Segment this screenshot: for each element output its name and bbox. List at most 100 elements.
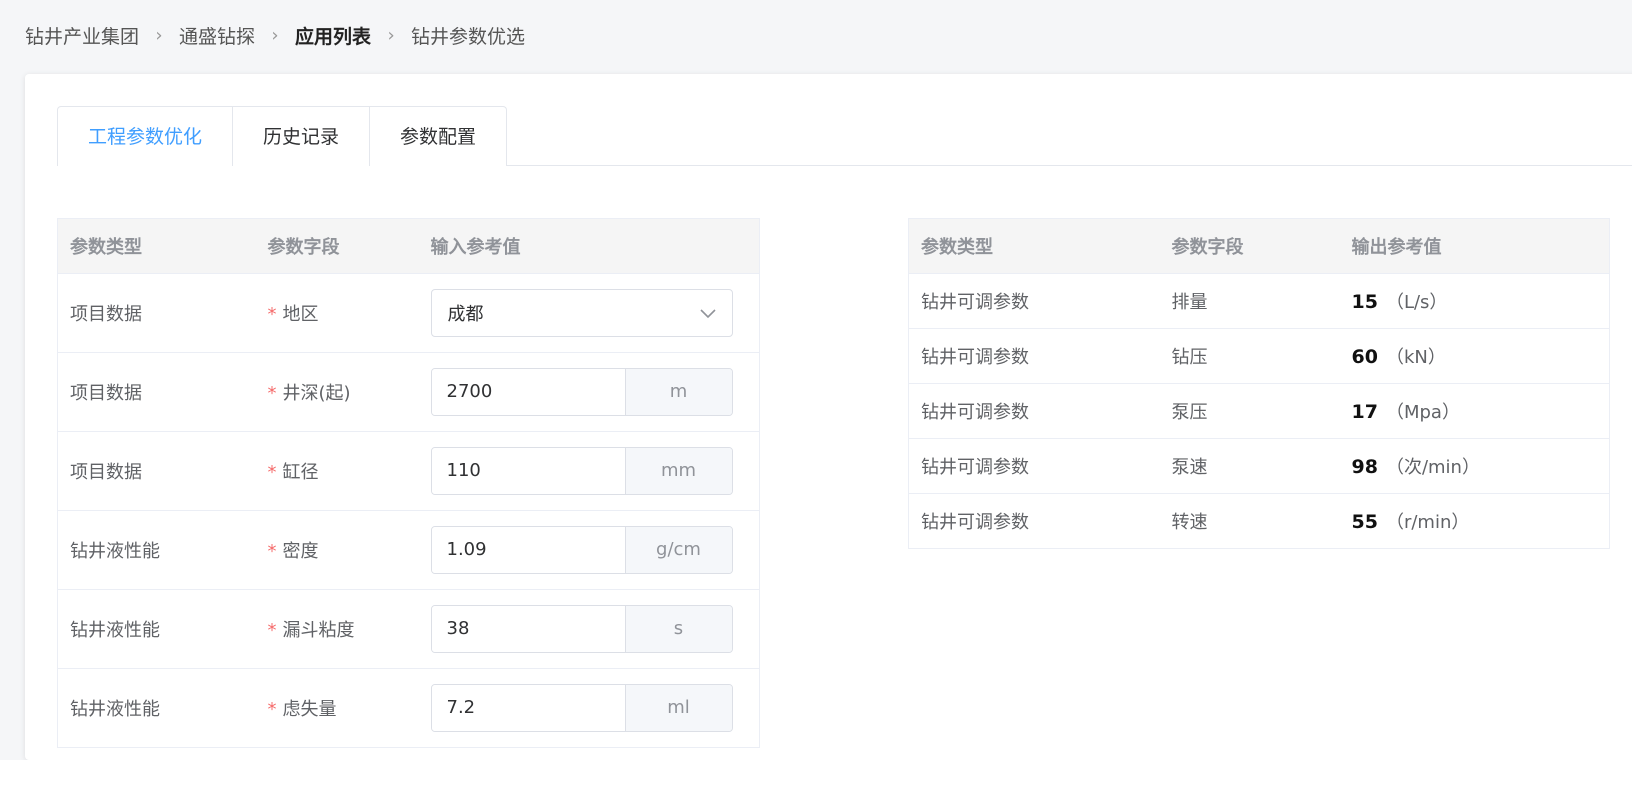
funnel-viscosity-input-group: 38 s [430, 605, 733, 653]
param-field-cell: 排量 [1159, 273, 1340, 329]
param-type-cell: 钻井液性能 [57, 668, 256, 748]
required-mark: * [267, 304, 277, 325]
param-type-cell: 项目数据 [57, 431, 256, 511]
output-value-cell: 17 （Mpa） [1339, 383, 1610, 439]
param-field-label: 密度 [282, 541, 319, 562]
output-unit: （r/min） [1385, 512, 1470, 533]
required-mark: * [267, 620, 277, 641]
output-value: 17 [1351, 401, 1378, 423]
well-depth-input-group: 2700 m [430, 368, 733, 416]
table-header-row: 参数类型 参数字段 输入参考值 [57, 218, 760, 274]
param-type-cell: 钻井可调参数 [908, 273, 1160, 329]
density-input[interactable]: 1.09 [431, 527, 626, 573]
param-type-cell: 项目数据 [57, 352, 256, 432]
param-field-cell: * 漏斗粘度 [255, 589, 419, 669]
breadcrumb-item-company[interactable]: 通盛钻探 [179, 22, 255, 49]
table-header-row: 参数类型 参数字段 输出参考值 [908, 218, 1610, 274]
table-row: 钻井可调参数 泵压 17 （Mpa） [908, 383, 1610, 439]
required-mark: * [267, 541, 277, 562]
cylinder-diameter-input[interactable]: 110 [431, 448, 626, 494]
table-row: 项目数据 * 地区 成都 [57, 273, 760, 353]
param-field-cell: * 地区 [255, 273, 419, 353]
column-header-field: 参数字段 [1159, 218, 1340, 274]
param-type-cell: 钻井可调参数 [908, 438, 1160, 494]
output-unit: （次/min） [1385, 457, 1480, 478]
param-type-cell: 项目数据 [57, 273, 256, 353]
required-mark: * [267, 462, 277, 483]
table-row: 钻井可调参数 钻压 60 （kN） [908, 328, 1610, 384]
breadcrumb-item-current: 钻井参数优选 [411, 25, 526, 48]
input-cell: 38 s [418, 589, 760, 669]
input-parameter-table: 参数类型 参数字段 输入参考值 项目数据 * 地区 成都 项目数据 * 井深(起… [57, 218, 760, 748]
well-depth-input[interactable]: 2700 [431, 369, 626, 415]
input-cell: 成都 [418, 273, 760, 353]
input-cell: 2700 m [418, 352, 760, 432]
required-mark: * [267, 383, 277, 404]
param-field-cell: 转速 [1159, 493, 1340, 549]
region-select[interactable]: 成都 [430, 289, 733, 337]
region-select-value: 成都 [447, 304, 484, 325]
table-row: 钻井液性能 * 密度 1.09 g/cm [57, 510, 760, 590]
cylinder-diameter-input-group: 110 mm [430, 447, 733, 495]
required-mark: * [267, 699, 277, 720]
param-type-cell: 钻井可调参数 [908, 493, 1160, 549]
table-row: 项目数据 * 井深(起) 2700 m [57, 352, 760, 432]
breadcrumb-item-group[interactable]: 钻井产业集团 [25, 22, 139, 49]
param-field-cell: 泵压 [1159, 383, 1340, 439]
breadcrumb-separator-icon: › [387, 24, 395, 46]
column-header-input-value: 输入参考值 [418, 218, 760, 274]
density-input-group: 1.09 g/cm [430, 526, 733, 574]
param-field-cell: 泵速 [1159, 438, 1340, 494]
column-header-output-value: 输出参考值 [1339, 218, 1610, 274]
output-value-cell: 15 （L/s） [1339, 273, 1610, 329]
unit-label: g/cm [625, 527, 732, 573]
chevron-down-icon [699, 304, 716, 323]
tab-engineering-optimization[interactable]: 工程参数优化 [57, 106, 234, 166]
input-cell: 7.2 ml [418, 668, 760, 748]
param-field-cell: * 井深(起) [255, 352, 419, 432]
page-bottom-strip [0, 760, 1632, 792]
param-field-label: 虑失量 [282, 699, 337, 720]
breadcrumb: 钻井产业集团 › 通盛钻探 › 应用列表 › 钻井参数优选 [25, 20, 525, 50]
output-value-cell: 98 （次/min） [1339, 438, 1610, 494]
param-field-label: 漏斗粘度 [282, 620, 355, 641]
table-row: 钻井可调参数 转速 55 （r/min） [908, 493, 1610, 549]
unit-label: ml [625, 685, 732, 731]
output-value: 98 [1351, 456, 1378, 478]
breadcrumb-separator-icon: › [155, 24, 163, 46]
unit-label: m [625, 369, 732, 415]
filtration-loss-input[interactable]: 7.2 [431, 685, 626, 731]
param-field-cell: * 缸径 [255, 431, 419, 511]
table-row: 钻井可调参数 排量 15 （L/s） [908, 273, 1610, 329]
param-type-cell: 钻井可调参数 [908, 383, 1160, 439]
param-type-cell: 钻井液性能 [57, 510, 256, 590]
output-value: 60 [1351, 346, 1378, 368]
param-field-label: 缸径 [282, 462, 319, 483]
column-header-field: 参数字段 [255, 218, 419, 274]
tab-history[interactable]: 历史记录 [232, 106, 371, 166]
tab-parameter-config[interactable]: 参数配置 [369, 106, 508, 166]
table-row: 项目数据 * 缸径 110 mm [57, 431, 760, 511]
column-header-type: 参数类型 [57, 218, 256, 274]
output-value: 55 [1351, 511, 1378, 533]
param-field-label: 地区 [282, 304, 319, 325]
table-row: 钻井液性能 * 漏斗粘度 38 s [57, 589, 760, 669]
output-unit: （kN） [1385, 347, 1446, 368]
param-field-cell: * 密度 [255, 510, 419, 590]
input-cell: 110 mm [418, 431, 760, 511]
column-header-type: 参数类型 [908, 218, 1160, 274]
funnel-viscosity-input[interactable]: 38 [431, 606, 626, 652]
param-field-label: 井深(起) [282, 383, 351, 404]
unit-label: mm [625, 448, 732, 494]
param-type-cell: 钻井可调参数 [908, 328, 1160, 384]
breadcrumb-item-app-list[interactable]: 应用列表 [295, 22, 371, 49]
table-row: 钻井液性能 * 虑失量 7.2 ml [57, 668, 760, 748]
tab-bar: 工程参数优化 历史记录 参数配置 [57, 106, 1632, 166]
param-field-cell: 钻压 [1159, 328, 1340, 384]
param-type-cell: 钻井液性能 [57, 589, 256, 669]
table-row: 钻井可调参数 泵速 98 （次/min） [908, 438, 1610, 494]
unit-label: s [625, 606, 732, 652]
output-value-cell: 55 （r/min） [1339, 493, 1610, 549]
param-field-cell: * 虑失量 [255, 668, 419, 748]
output-value: 15 [1351, 291, 1378, 313]
